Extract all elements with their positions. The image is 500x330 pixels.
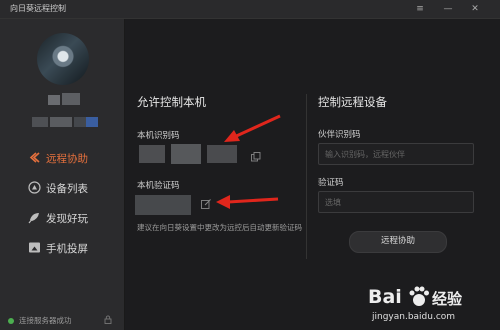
username-pixelated xyxy=(62,93,80,105)
title-bar: 向日葵远程控制 ≡ — ✕ xyxy=(0,0,500,19)
account-pixelated xyxy=(74,117,86,127)
control-remote-title: 控制远程设备 xyxy=(318,95,387,109)
screen-cast-icon xyxy=(29,242,40,253)
local-id-pixelated xyxy=(139,145,165,163)
watermark-brand-suffix: 经验 xyxy=(432,290,463,308)
sidebar-item-label: 远程协助 xyxy=(46,153,88,165)
lock-icon[interactable] xyxy=(104,315,112,324)
app-title: 向日葵远程控制 xyxy=(10,4,66,13)
paw-icon xyxy=(409,286,429,306)
remote-assist-icon xyxy=(29,152,40,163)
sidebar-item-screen-cast[interactable]: 手机投屏 xyxy=(0,235,124,261)
minimize-icon[interactable]: — xyxy=(441,2,455,16)
sidebar-item-remote-assist[interactable]: 远程协助 xyxy=(0,145,124,171)
account-pixelated xyxy=(86,117,98,127)
sidebar-item-label: 设备列表 xyxy=(46,183,88,195)
close-icon[interactable]: ✕ xyxy=(468,2,482,16)
watermark-brand: Bai xyxy=(368,286,402,308)
menu-icon[interactable]: ≡ xyxy=(413,2,427,16)
local-code-pixelated xyxy=(135,195,191,215)
update-code-hint: 建议在向日葵设置中更改为远控后自动更新验证码 xyxy=(137,223,302,232)
status-dot-icon xyxy=(8,318,14,324)
sidebar: 远程协助 设备列表 发现好玩 手机投屏 连接服务器成功 xyxy=(0,19,125,330)
device-list-icon xyxy=(28,181,41,194)
watermark-url: jingyan.baidu.com xyxy=(372,312,456,322)
column-divider xyxy=(306,94,307,259)
partner-id-input[interactable] xyxy=(318,143,474,165)
account-pixelated xyxy=(32,117,48,127)
sidebar-item-label: 手机投屏 xyxy=(46,243,88,255)
username-pixelated xyxy=(48,95,60,105)
local-id-label: 本机识别码 xyxy=(137,131,180,141)
avatar[interactable] xyxy=(37,33,89,85)
copy-icon[interactable] xyxy=(251,152,261,162)
allow-control-title: 允许控制本机 xyxy=(137,95,206,109)
local-code-label: 本机验证码 xyxy=(137,181,180,191)
verify-code-input[interactable] xyxy=(318,191,474,213)
discover-icon xyxy=(28,213,39,224)
app-window: 向日葵远程控制 ≡ — ✕ 远程协助 设备列表 发现好玩 手机投屏 连接服务器成… xyxy=(0,0,500,330)
status-text: 连接服务器成功 xyxy=(19,316,72,325)
watermark: Bai 经验 jingyan.baidu.com xyxy=(350,280,500,330)
local-id-pixelated xyxy=(171,144,201,164)
sidebar-item-label: 发现好玩 xyxy=(46,213,88,225)
annotation-arrow xyxy=(224,114,281,142)
account-pixelated xyxy=(50,117,72,127)
edit-icon[interactable] xyxy=(201,199,211,209)
verify-code-label: 验证码 xyxy=(318,178,344,188)
sidebar-item-discover[interactable]: 发现好玩 xyxy=(0,205,124,231)
annotation-arrow xyxy=(216,195,279,209)
local-id-pixelated xyxy=(207,145,237,163)
remote-assist-button[interactable]: 远程协助 xyxy=(349,231,447,253)
sidebar-item-device-list[interactable]: 设备列表 xyxy=(0,175,124,201)
connection-status: 连接服务器成功 xyxy=(0,310,124,330)
partner-id-label: 伙伴识别码 xyxy=(318,130,361,140)
